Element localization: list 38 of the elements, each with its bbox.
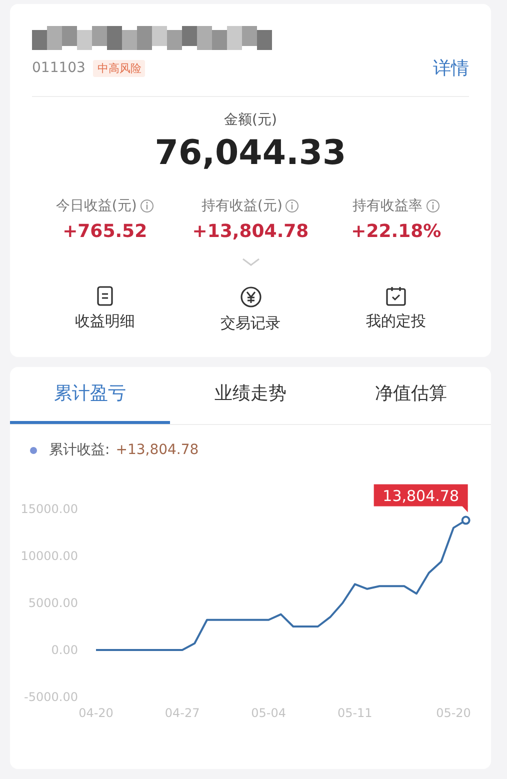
x-tick-label: 05-11	[337, 706, 372, 720]
action-button[interactable]: 交易记录	[178, 286, 324, 333]
fund-code: 011103	[32, 60, 86, 76]
value-callout: 13,804.78	[374, 484, 468, 512]
x-tick-label: 05-20	[436, 706, 471, 720]
tab[interactable]: 业绩走势	[170, 367, 331, 424]
yuan-icon	[240, 286, 262, 308]
action-button[interactable]: 收益明细	[32, 286, 178, 333]
legend-label: 累计收益:	[49, 441, 110, 459]
tab[interactable]: 净值估算	[330, 367, 491, 424]
info-icon[interactable]	[426, 199, 440, 213]
end-point-marker	[461, 516, 470, 525]
y-tick-label: 15000.00	[20, 502, 78, 516]
risk-tag: 中高风险	[93, 60, 146, 76]
x-tick-label: 05-04	[251, 706, 286, 720]
calendar-icon	[385, 286, 408, 306]
stat-label: 持有收益率	[352, 197, 423, 215]
stat-value: +22.18%	[351, 221, 442, 242]
stat-value: +13,804.78	[192, 221, 309, 242]
y-tick-label: 0.00	[51, 643, 78, 657]
amount-label: 金额(元)	[224, 111, 277, 129]
action-button[interactable]: 我的定投	[323, 286, 470, 333]
legend-value: +13,804.78	[116, 442, 199, 458]
x-tick-label: 04-27	[164, 706, 200, 720]
amount-value: 76,044.33	[154, 133, 346, 173]
stat-value: +765.52	[62, 221, 148, 242]
info-icon[interactable]	[140, 199, 154, 213]
tab[interactable]: 累计盈亏	[10, 367, 170, 424]
y-tick-label: -5000.00	[24, 690, 78, 704]
details-link[interactable]: 详情	[433, 56, 469, 80]
stat-label: 持有收益(元)	[202, 197, 282, 215]
info-icon[interactable]	[285, 199, 300, 213]
document-icon	[96, 286, 114, 306]
x-tick-label: 04-20	[78, 706, 114, 720]
chevron-down-icon[interactable]	[242, 258, 260, 266]
y-tick-label: 5000.00	[28, 596, 78, 610]
y-tick-label: 10000.00	[20, 549, 78, 563]
stat-label: 今日收益(元)	[56, 197, 137, 215]
